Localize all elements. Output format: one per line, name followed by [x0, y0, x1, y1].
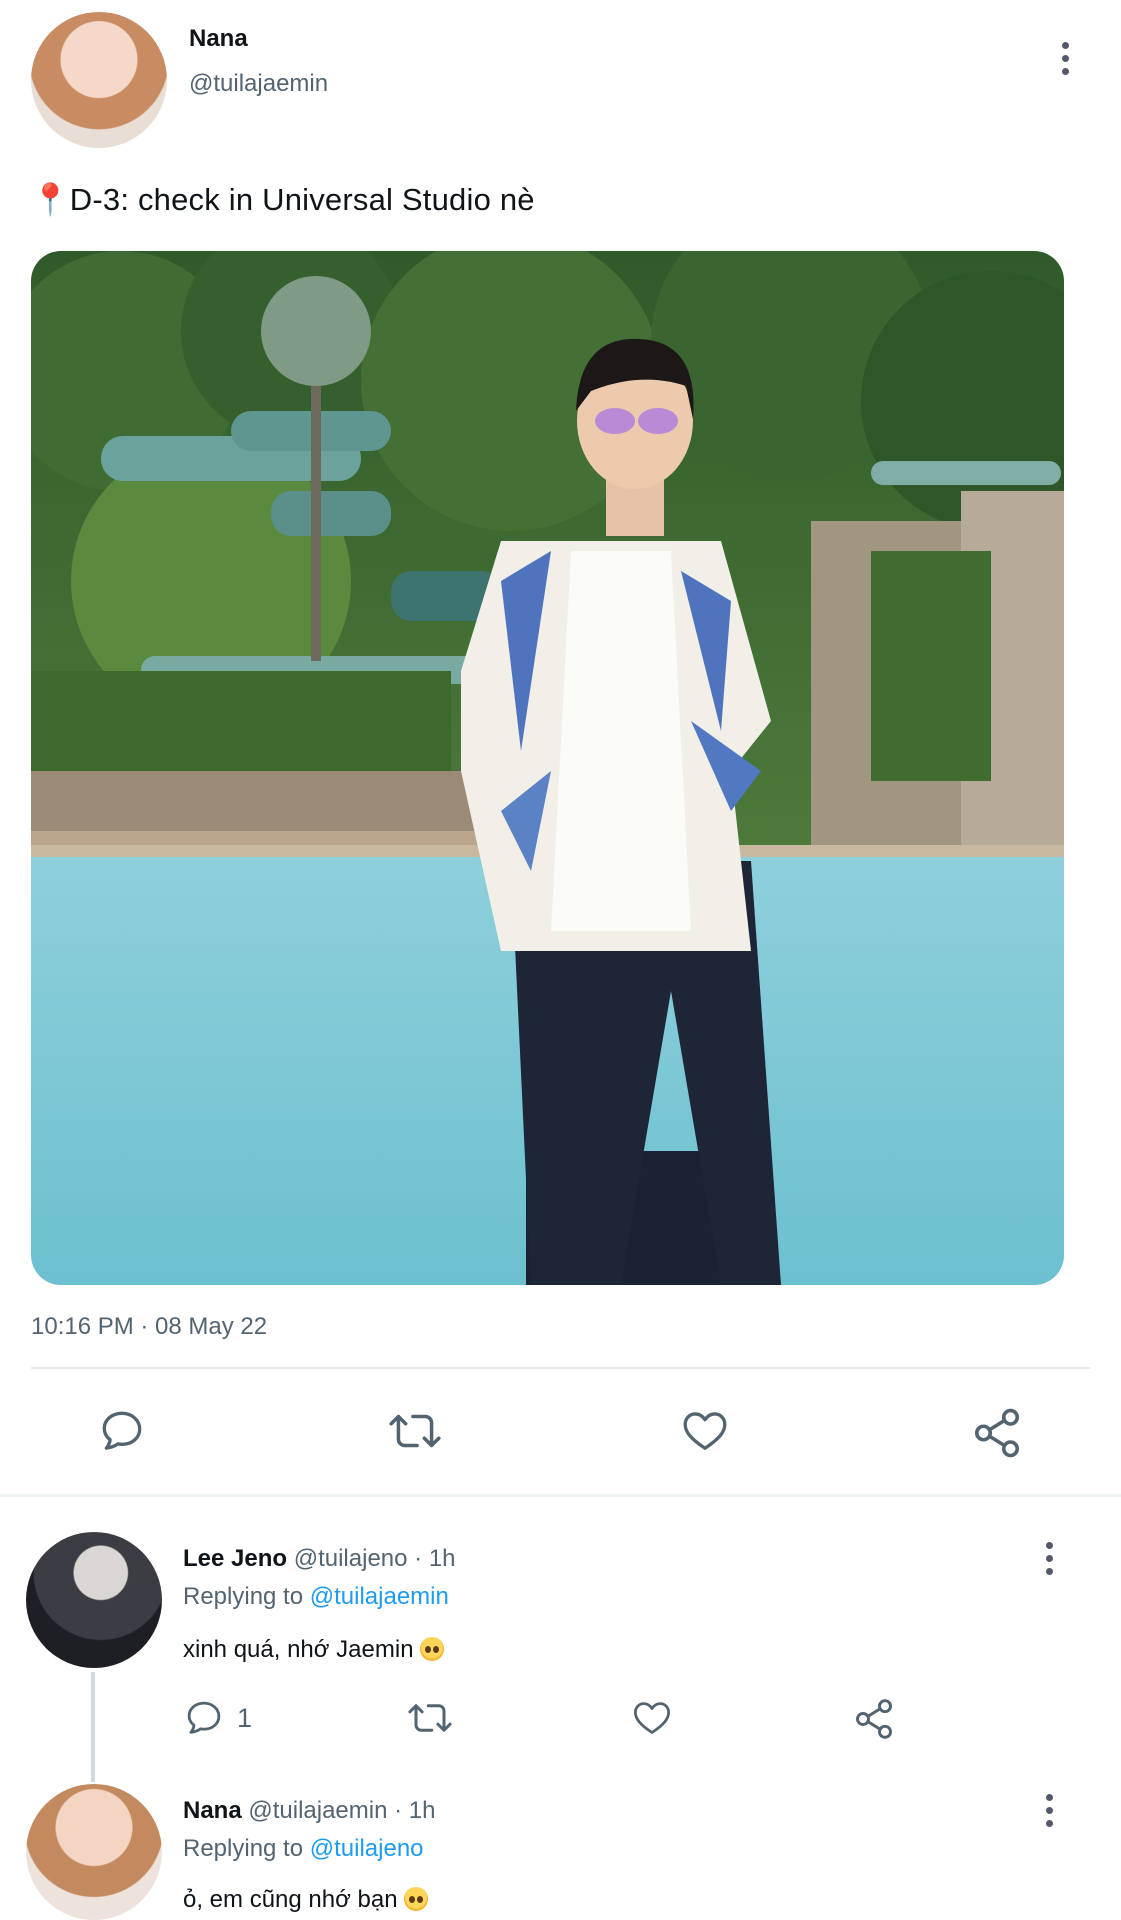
author-name[interactable]: Nana: [189, 25, 248, 53]
reply-author-name[interactable]: Nana: [183, 1797, 242, 1824]
divider: [31, 1367, 1090, 1369]
share-icon: [856, 1699, 892, 1739]
reply-author-name[interactable]: Lee Jeno: [183, 1545, 287, 1572]
reply-author-handle[interactable]: @tuilajaemin: [248, 1797, 387, 1824]
replying-to-link[interactable]: @tuilajaemin: [310, 1583, 449, 1610]
photo-scene: [31, 251, 1064, 1285]
author-handle[interactable]: @tuilajaemin: [189, 70, 328, 98]
more-vertical-icon[interactable]: [1058, 42, 1072, 75]
reply-avatar[interactable]: [26, 1784, 162, 1920]
comment-icon: [102, 1411, 142, 1450]
reply-body: ỏ, em cũng nhớ bạn: [183, 1886, 428, 1914]
reply-header: Nana @tuilajaemin · 1h: [183, 1797, 435, 1825]
reply-like-button[interactable]: [630, 1697, 674, 1739]
like-button[interactable]: [679, 1406, 731, 1456]
pleading-face-emoji: [403, 1887, 428, 1911]
reply-retweet-button[interactable]: [405, 1697, 455, 1739]
reply-text: xinh quá, nhớ Jaemin: [183, 1636, 414, 1663]
more-vertical-icon[interactable]: [1042, 1794, 1056, 1827]
reply-body: xinh quá, nhớ Jaemin: [183, 1636, 444, 1664]
replying-to: Replying to @tuilajaemin: [183, 1583, 449, 1611]
comment-icon: [187, 1701, 221, 1734]
section-divider: [0, 1494, 1121, 1497]
retweet-button[interactable]: [386, 1406, 444, 1456]
reply-header: Lee Jeno @tuilajeno · 1h: [183, 1545, 456, 1573]
reply-count: 1: [237, 1702, 253, 1733]
retweet-icon: [389, 1414, 441, 1448]
heart-icon: [633, 1702, 671, 1734]
heart-icon: [683, 1412, 727, 1450]
reply-share-button[interactable]: [852, 1697, 896, 1741]
replying-to: Replying to @tuilajeno: [183, 1835, 424, 1863]
replying-label: Replying to: [183, 1835, 304, 1862]
tweet-text: 📍D-3: check in Universal Studio nè: [31, 182, 535, 217]
tweet-timestamp: 10:16 PM · 08 May 22: [31, 1313, 268, 1340]
more-vertical-icon[interactable]: [1042, 1542, 1056, 1575]
reply-time: · 1h: [394, 1797, 436, 1824]
replying-to-link[interactable]: @tuilajeno: [310, 1835, 424, 1862]
reply-text: ỏ, em cũng nhớ bạn: [183, 1886, 398, 1913]
thread-line: [91, 1672, 95, 1782]
reply-button[interactable]: [97, 1406, 147, 1456]
author-avatar[interactable]: [31, 12, 167, 148]
pleading-face-emoji: [419, 1637, 444, 1661]
reply-author-handle[interactable]: @tuilajeno: [294, 1545, 408, 1572]
tweet-photo[interactable]: [31, 251, 1064, 1285]
reply-reply-button[interactable]: 1: [183, 1697, 252, 1739]
reply-time: · 1h: [414, 1545, 456, 1572]
share-button[interactable]: [970, 1406, 1024, 1460]
reply-avatar[interactable]: [26, 1532, 162, 1668]
replying-label: Replying to: [183, 1583, 304, 1610]
retweet-icon: [408, 1704, 452, 1732]
share-icon: [974, 1408, 1020, 1458]
